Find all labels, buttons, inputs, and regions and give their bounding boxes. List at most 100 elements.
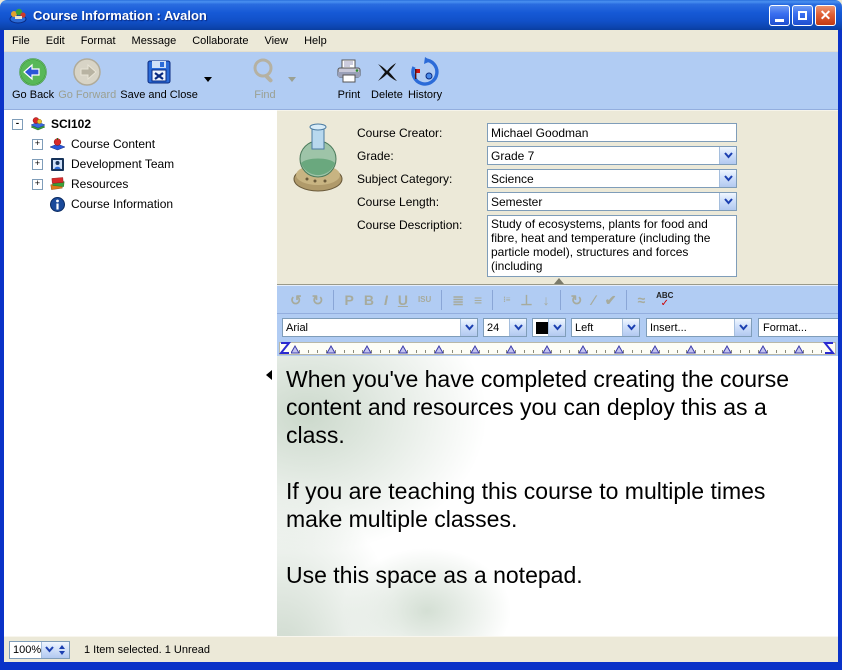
insert-select[interactable]: Insert...: [646, 318, 752, 337]
status-bar: 100% 1 Item selected. 1 Unread: [4, 636, 838, 662]
print-label: Print: [338, 89, 361, 101]
course-info-form: Course Creator: Grade: Grade 7 Subject C…: [277, 110, 838, 285]
chevron-down-icon[interactable]: [548, 319, 565, 336]
menu-bar: File Edit Format Message Collaborate Vie…: [4, 30, 838, 51]
grade-label: Grade:: [357, 149, 394, 163]
find-label: Find: [254, 89, 275, 101]
course-content-icon: [49, 136, 66, 153]
subject-category-select[interactable]: Science: [487, 169, 737, 188]
menu-help[interactable]: Help: [296, 33, 335, 49]
print-icon: [332, 55, 366, 89]
signature-icon: ≈: [637, 293, 645, 307]
main-toolbar: Go Back Go Forward Save and Close: [4, 51, 838, 110]
resources-icon: [49, 176, 66, 193]
strikethrough-icon: ISU: [418, 296, 431, 304]
subject-category-label: Subject Category:: [357, 172, 452, 186]
expand-box-icon[interactable]: +: [32, 159, 43, 170]
close-button[interactable]: ✕: [815, 5, 836, 26]
subject-category-value: Science: [488, 172, 719, 186]
expand-box-icon[interactable]: +: [32, 139, 43, 150]
menu-edit[interactable]: Edit: [38, 33, 73, 49]
accept-pen-icon: ✔: [605, 293, 617, 307]
status-text: 1 Item selected. 1 Unread: [84, 644, 210, 656]
font-toolbar: Arial 24 Left Insert... Format...: [277, 314, 838, 341]
chevron-down-icon[interactable]: [622, 319, 639, 336]
course-description-label: Course Description:: [357, 218, 462, 232]
ruler-right-marker: [825, 343, 833, 353]
ruler-ticks: [277, 341, 838, 356]
maximize-icon: [798, 11, 807, 20]
course-creator-field[interactable]: [487, 123, 737, 142]
save-and-close-button[interactable]: Save and Close: [120, 55, 198, 101]
chevron-down-icon[interactable]: [719, 193, 736, 210]
menu-format[interactable]: Format: [73, 33, 124, 49]
chevron-down-icon[interactable]: [460, 319, 477, 336]
minimize-icon: [775, 19, 784, 22]
zoom-value: 100%: [10, 644, 41, 656]
save-and-close-dropdown[interactable]: [204, 77, 212, 82]
app-icon: [8, 5, 28, 25]
expand-box-icon[interactable]: +: [32, 179, 43, 190]
print-button[interactable]: Print: [332, 55, 366, 101]
chevron-down-icon[interactable]: [41, 642, 56, 658]
tree-root-sci102[interactable]: - SCI102: [4, 115, 277, 133]
delete-label: Delete: [371, 89, 403, 101]
spell-check-mark: ✓: [661, 300, 669, 308]
maximize-button[interactable]: [792, 5, 813, 26]
chevron-down-icon[interactable]: [719, 170, 736, 187]
grade-select[interactable]: Grade 7: [487, 146, 737, 165]
collapse-up-icon[interactable]: [554, 278, 564, 284]
menu-file[interactable]: File: [4, 33, 38, 49]
history-button[interactable]: History: [408, 55, 442, 101]
alignment-select[interactable]: Left: [571, 318, 640, 337]
zoom-stepper[interactable]: [55, 641, 70, 659]
course-description-field[interactable]: Study of ecosystems, plants for food and…: [487, 215, 737, 277]
find-button: Find: [248, 55, 282, 101]
course-length-select[interactable]: Semester: [487, 192, 737, 211]
rotate-icon: ↻: [571, 293, 583, 307]
tree-item-label: Course Information: [71, 197, 173, 211]
font-color-select[interactable]: [532, 318, 566, 337]
tree-item-development-team[interactable]: + Development Team: [4, 155, 277, 173]
course-length-value: Semester: [488, 195, 719, 209]
pane-collapse-arrow[interactable]: [266, 370, 272, 380]
menu-collaborate[interactable]: Collaborate: [184, 33, 256, 49]
collapse-box-icon[interactable]: -: [12, 119, 23, 130]
development-team-icon: [49, 156, 66, 173]
minimize-button[interactable]: [769, 5, 790, 26]
go-back-button[interactable]: Go Back: [12, 55, 54, 101]
tree-item-resources[interactable]: + Resources: [4, 175, 277, 193]
history-label: History: [408, 89, 442, 101]
course-creator-input[interactable]: [488, 124, 736, 141]
notepad-paragraph: If you are teaching this course to multi…: [286, 477, 811, 533]
spell-check-button[interactable]: ABC ✓: [656, 292, 673, 308]
chevron-down-icon[interactable]: [509, 319, 526, 336]
insert-value: Insert...: [647, 322, 734, 334]
notepad-editor[interactable]: When you've have completed creating the …: [277, 356, 838, 636]
tree-item-course-information[interactable]: Course Information: [4, 195, 277, 213]
chevron-down-icon[interactable]: [719, 147, 736, 164]
font-family-value: Arial: [283, 322, 460, 334]
course-creator-label: Course Creator:: [357, 126, 442, 140]
course-description-input[interactable]: Study of ecosystems, plants for food and…: [488, 216, 736, 276]
grade-value: Grade 7: [488, 149, 719, 163]
find-dropdown: [288, 77, 296, 82]
menu-message[interactable]: Message: [124, 33, 185, 49]
menu-view[interactable]: View: [256, 33, 296, 49]
formatting-toolbar: ↺ ↻ P B I U ISU ≣ ≡ ⁝≡ ⊥ ↓ ↻ ∕ ✔ ≈ ABC ✓: [277, 285, 838, 314]
format-button[interactable]: Format...: [758, 318, 838, 337]
delete-button[interactable]: Delete: [370, 55, 404, 101]
chevron-down-icon[interactable]: [734, 319, 751, 336]
bold-icon: B: [364, 293, 374, 307]
tree-root-label: SCI102: [51, 117, 91, 131]
tree-item-course-content[interactable]: + Course Content: [4, 135, 277, 153]
toolbar-separator: [492, 290, 493, 310]
close-icon: ✕: [820, 8, 832, 22]
font-family-select[interactable]: Arial: [282, 318, 478, 337]
color-swatch: [536, 322, 548, 334]
align-bottom-icon: ⊥: [520, 293, 532, 307]
font-size-select[interactable]: 24: [483, 318, 527, 337]
redo-icon: ↻: [312, 293, 324, 307]
zoom-select[interactable]: 100%: [9, 641, 55, 659]
go-forward-button: Go Forward: [58, 55, 116, 101]
